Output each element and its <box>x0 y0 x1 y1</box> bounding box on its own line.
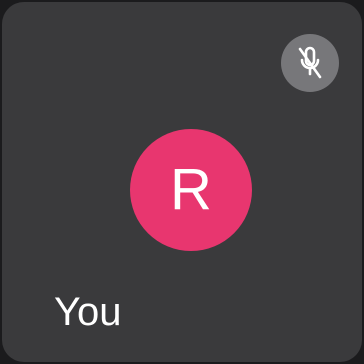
participant-tile[interactable]: R You <box>2 2 362 362</box>
muted-indicator <box>281 34 339 92</box>
avatar-initial: R <box>170 157 212 222</box>
participant-name: You <box>54 290 122 334</box>
microphone-off-icon <box>298 46 322 79</box>
avatar: R <box>130 129 252 251</box>
